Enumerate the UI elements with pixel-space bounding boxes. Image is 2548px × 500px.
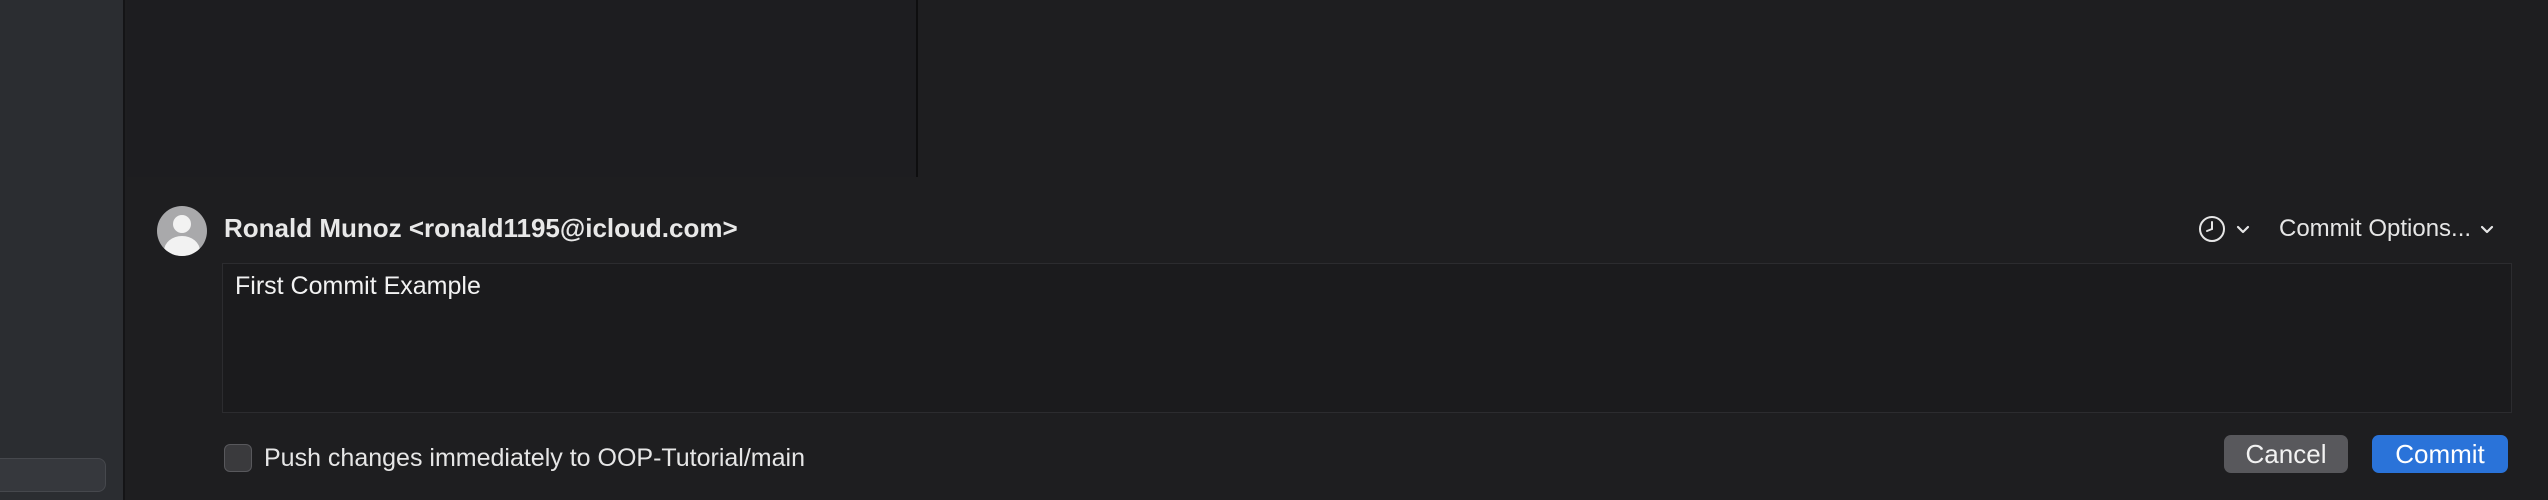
sidebar-filter-field[interactable] [0, 458, 106, 492]
chevron-down-icon [2479, 221, 2495, 237]
commit-button[interactable]: Commit [2372, 435, 2508, 473]
push-label[interactable]: Push changes immediately to OOP-Tutorial… [264, 444, 805, 473]
cancel-button[interactable]: Cancel [2224, 435, 2348, 473]
editor-area [127, 0, 2548, 177]
avatar [157, 206, 207, 256]
author-name: Ronald Munoz <ronald1195@icloud.com> [224, 213, 738, 243]
file-list-pane [127, 0, 916, 177]
commit-options-label: Commit Options... [2279, 215, 2472, 242]
commit-panel: Ronald Munoz <ronald1195@icloud.com> Com… [127, 179, 2548, 500]
commit-message-text: First Commit Example [235, 272, 481, 300]
commit-options-dropdown[interactable]: Commit Options... [2279, 211, 2495, 247]
chevron-down-icon [2235, 221, 2251, 237]
sidebar [0, 0, 125, 500]
push-option: Push changes immediately to OOP-Tutorial… [224, 442, 805, 474]
person-icon [173, 215, 191, 233]
clock-icon [2197, 214, 2227, 244]
message-history-button[interactable] [2197, 211, 2251, 247]
diff-pane [918, 0, 2548, 177]
commit-message-input[interactable]: First Commit Example [222, 263, 2512, 413]
push-checkbox[interactable] [224, 444, 252, 472]
